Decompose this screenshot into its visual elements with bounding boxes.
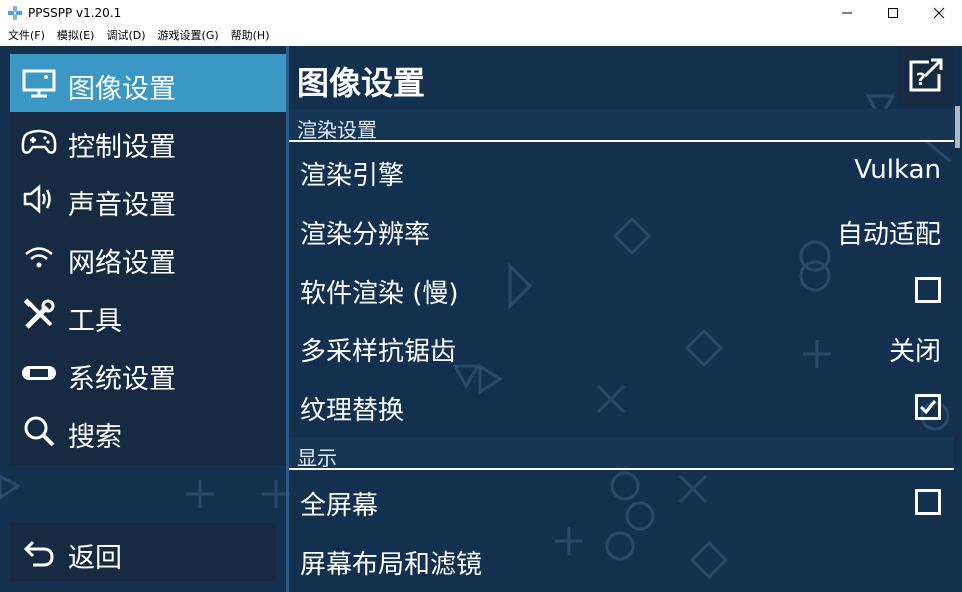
setting-row-backend[interactable]: 渲染引擎 Vulkan bbox=[289, 143, 954, 201]
sidebar-item-system[interactable]: 系统设置 bbox=[10, 344, 287, 402]
setting-label: 全屏幕 bbox=[300, 491, 379, 521]
setting-label: 纹理替换 bbox=[300, 396, 405, 426]
sidebar-item-label: 图像设置 bbox=[68, 74, 176, 105]
software-rendering-checkbox[interactable] bbox=[915, 277, 941, 303]
sidebar-item-label: 搜索 bbox=[68, 422, 122, 453]
monitor-icon bbox=[20, 64, 58, 102]
section-title: 渲染设置 bbox=[297, 118, 377, 142]
setting-row-msaa[interactable]: 多采样抗锯齿 关闭 bbox=[289, 319, 954, 377]
window-titlebar: PPSSPP v1.20.1 bbox=[0, 0, 962, 26]
setting-row-software-rendering[interactable]: 软件渲染 (慢) bbox=[289, 261, 954, 319]
wifi-icon bbox=[20, 238, 58, 276]
section-header-display: 显示 bbox=[289, 437, 954, 470]
sidebar-item-controls[interactable]: 控制设置 bbox=[10, 112, 287, 170]
setting-label: 屏幕布局和滤镜 bbox=[300, 550, 483, 580]
section-divider bbox=[289, 140, 954, 142]
settings-sidebar: 图像设置 控制设置 声音设置 网络设置 工具 系统设置 搜索 bbox=[10, 54, 287, 465]
back-arrow-icon bbox=[20, 533, 58, 571]
ppsspp-logo-icon bbox=[8, 6, 22, 20]
menu-file[interactable]: 文件(F) bbox=[2, 26, 51, 46]
setting-label: 渲染分辨率 bbox=[300, 220, 431, 250]
setting-value: 关闭 bbox=[888, 337, 941, 367]
speaker-icon bbox=[20, 180, 58, 218]
help-button[interactable]: ? bbox=[897, 46, 953, 106]
close-icon bbox=[933, 7, 945, 19]
gamepad-icon bbox=[20, 122, 58, 160]
maximize-icon bbox=[888, 8, 898, 18]
back-label: 返回 bbox=[68, 543, 122, 574]
fullscreen-checkbox[interactable] bbox=[915, 489, 941, 515]
menu-bar: 文件(F) 模拟(E) 调试(D) 游戏设置(G) 帮助(H) bbox=[0, 26, 962, 46]
sidebar-item-tools[interactable]: 工具 bbox=[10, 286, 287, 344]
menu-debug[interactable]: 调试(D) bbox=[100, 26, 151, 46]
maximize-button[interactable] bbox=[870, 0, 916, 26]
menu-help[interactable]: 帮助(H) bbox=[225, 26, 276, 46]
setting-row-screen-layout[interactable]: 屏幕布局和滤镜 bbox=[289, 532, 954, 590]
scrollbar-thumb[interactable] bbox=[955, 106, 960, 148]
search-icon bbox=[20, 412, 58, 450]
setting-row-texture-replacement[interactable]: 纹理替换 bbox=[289, 378, 954, 436]
sidebar-item-label: 声音设置 bbox=[68, 190, 176, 221]
section-divider bbox=[289, 468, 954, 470]
page-title: 图像设置 bbox=[297, 64, 426, 102]
psp-console-icon bbox=[20, 354, 58, 392]
sidebar-item-search[interactable]: 搜索 bbox=[10, 402, 287, 460]
back-button[interactable]: 返回 bbox=[10, 523, 276, 581]
sidebar-item-network[interactable]: 网络设置 bbox=[10, 228, 287, 286]
setting-label: 多采样抗锯齿 bbox=[300, 337, 457, 367]
texture-replacement-checkbox[interactable] bbox=[915, 394, 941, 420]
section-header-rendering: 渲染设置 bbox=[289, 109, 954, 142]
sidebar-item-graphics[interactable]: 图像设置 bbox=[10, 54, 287, 112]
sidebar-item-label: 系统设置 bbox=[68, 364, 176, 395]
checkmark-icon bbox=[919, 400, 937, 415]
sidebar-item-audio[interactable]: 声音设置 bbox=[10, 170, 287, 228]
menu-emulation[interactable]: 模拟(E) bbox=[51, 26, 101, 46]
section-title: 显示 bbox=[297, 446, 337, 470]
setting-label: 渲染引擎 bbox=[300, 161, 405, 191]
setting-label: 软件渲染 (慢) bbox=[300, 279, 459, 309]
minimize-icon bbox=[842, 12, 852, 14]
setting-row-fullscreen[interactable]: 全屏幕 bbox=[289, 473, 954, 531]
sidebar-item-label: 控制设置 bbox=[68, 132, 176, 163]
setting-value: 自动适配 bbox=[836, 220, 941, 250]
tools-icon bbox=[20, 296, 58, 334]
help-external-icon: ? bbox=[909, 58, 943, 92]
app-area: 图像设置 控制设置 声音设置 网络设置 工具 系统设置 搜索 返回 图像设置 ?… bbox=[0, 46, 962, 592]
minimize-button[interactable] bbox=[824, 0, 870, 26]
svg-text:?: ? bbox=[916, 70, 926, 90]
close-button[interactable] bbox=[916, 0, 962, 26]
menu-game-settings[interactable]: 游戏设置(G) bbox=[152, 26, 225, 46]
setting-row-resolution[interactable]: 渲染分辨率 自动适配 bbox=[289, 202, 954, 260]
window-title: PPSSPP v1.20.1 bbox=[28, 6, 122, 20]
sidebar-item-label: 网络设置 bbox=[68, 248, 176, 279]
setting-value: Vulkan bbox=[854, 155, 941, 185]
sidebar-item-label: 工具 bbox=[68, 306, 122, 337]
